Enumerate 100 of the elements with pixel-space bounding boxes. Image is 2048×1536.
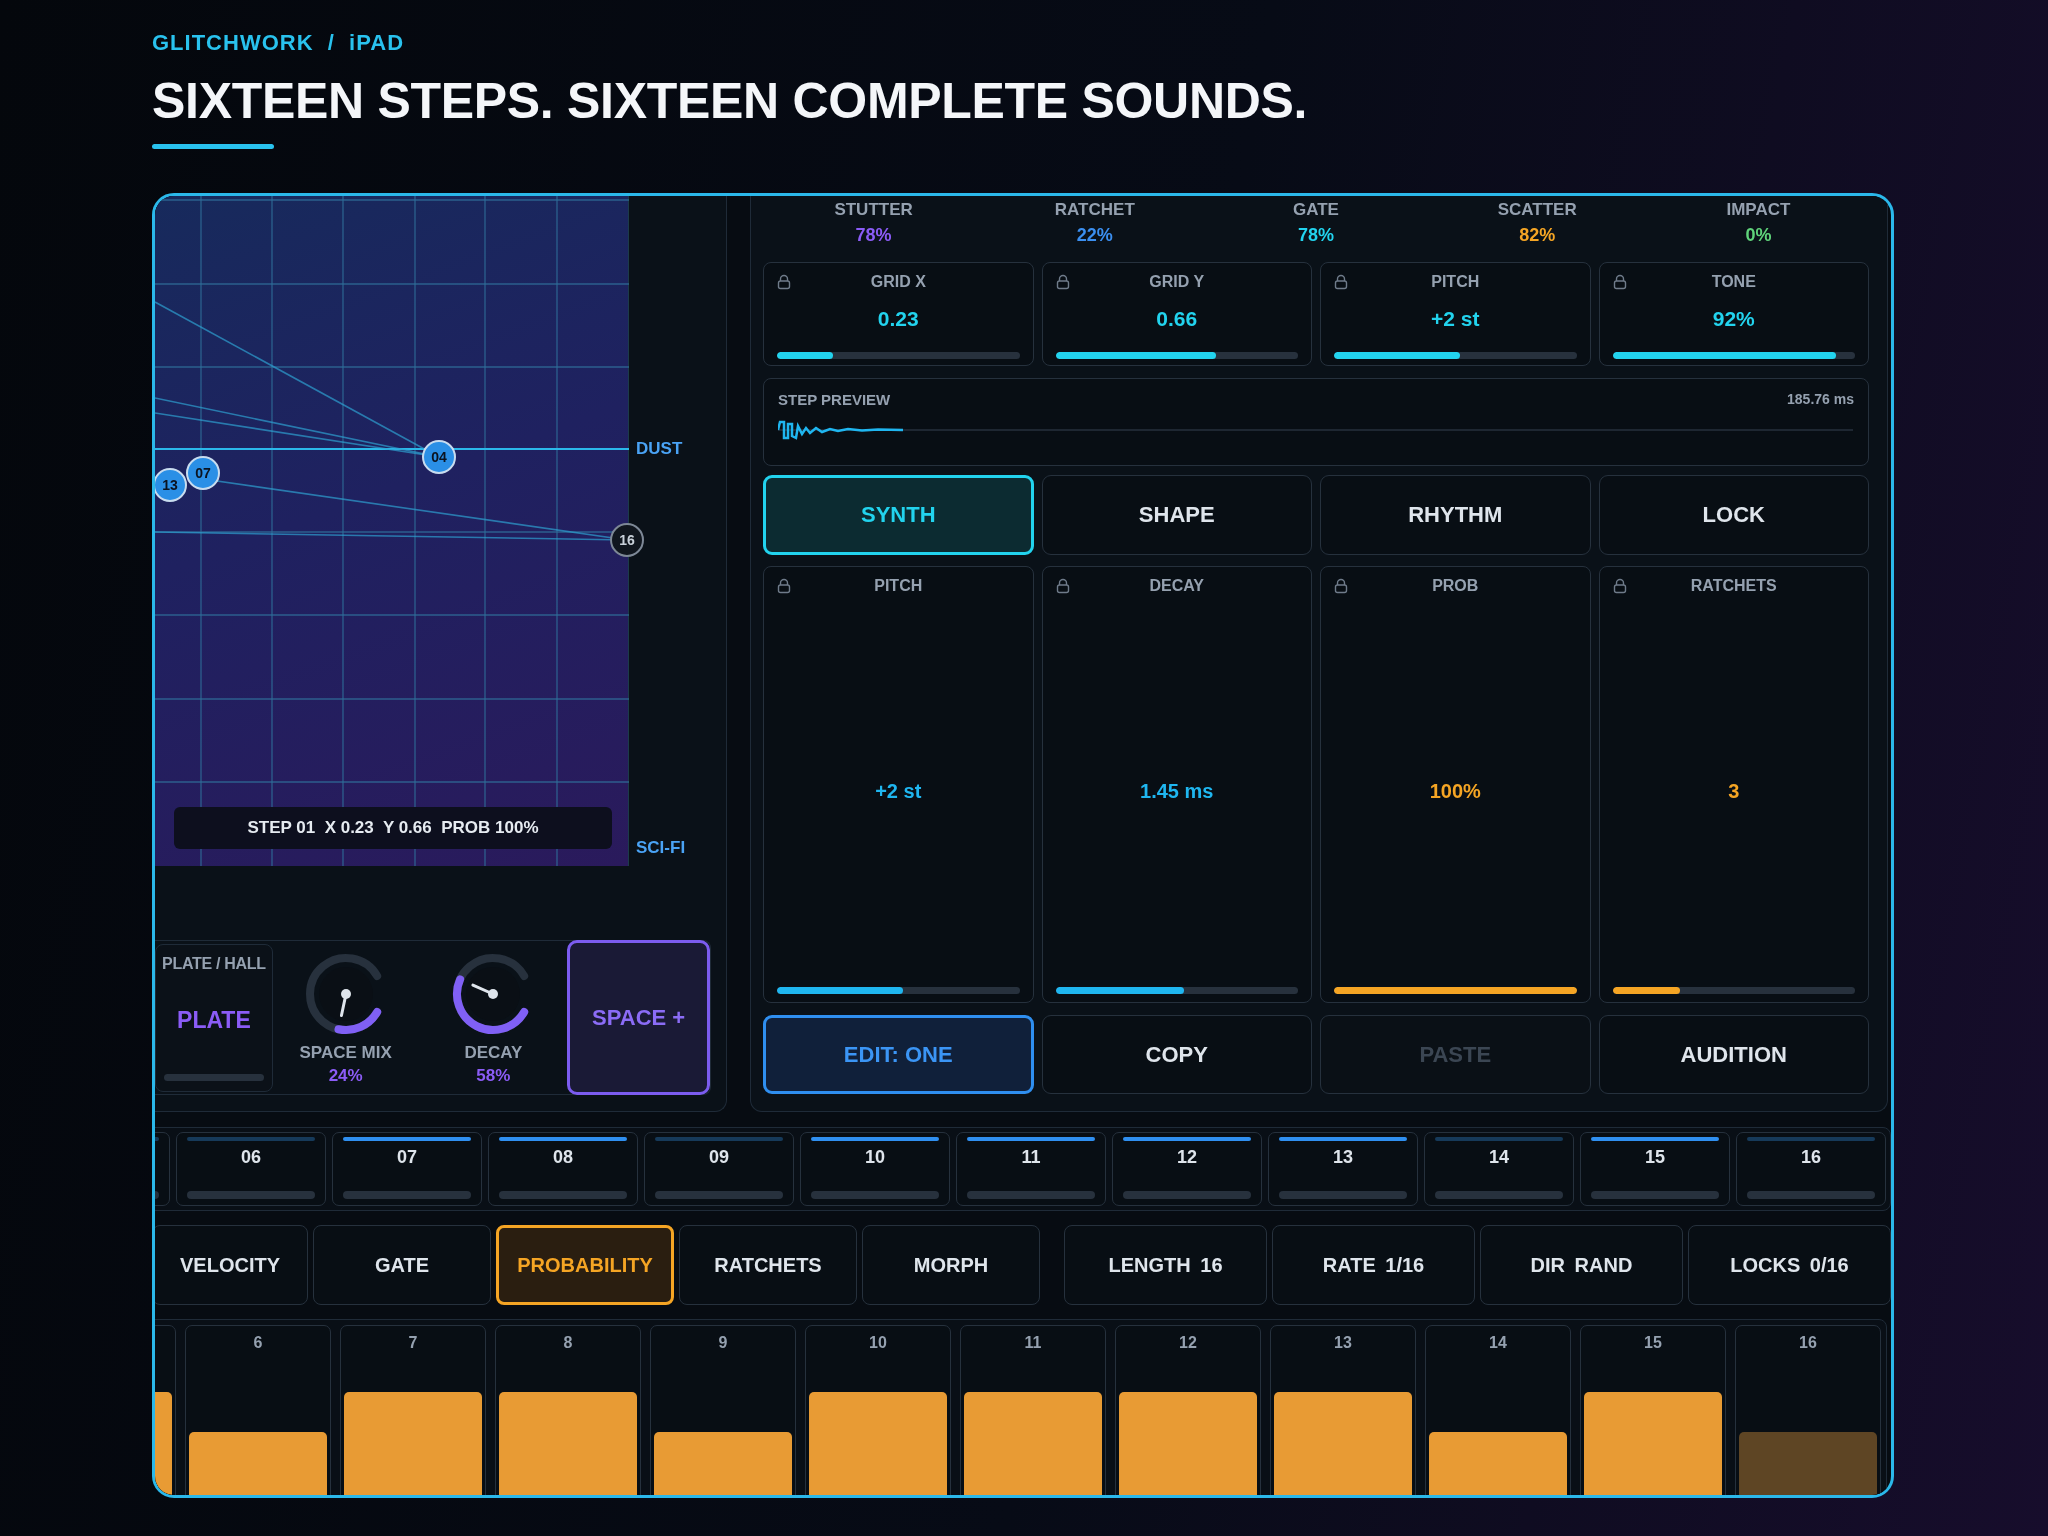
step-cell[interactable]: 07 bbox=[332, 1132, 482, 1206]
step-cell[interactable]: 13 bbox=[1268, 1132, 1418, 1206]
step-number: 12 bbox=[1177, 1147, 1197, 1168]
param-value: 0.23 bbox=[877, 307, 919, 331]
setting-button[interactable]: DIR RAND bbox=[1480, 1225, 1683, 1305]
tab[interactable]: RHYTHM bbox=[1320, 475, 1591, 555]
step-number: 6 bbox=[253, 1334, 263, 1353]
param-label: GRID Y bbox=[1149, 273, 1205, 291]
knob-label: SPACE MIX bbox=[299, 1043, 392, 1063]
macro-value: 22% bbox=[1076, 225, 1113, 246]
tab[interactable]: LOCK bbox=[1598, 475, 1869, 555]
param-value: 92% bbox=[1712, 307, 1755, 331]
control-slider[interactable] bbox=[1334, 987, 1577, 994]
step-cell[interactable]: 12 bbox=[1112, 1132, 1262, 1206]
mode-value: PLATE bbox=[177, 1006, 251, 1034]
step-number: 09 bbox=[709, 1147, 729, 1168]
tab[interactable]: SYNTH bbox=[763, 475, 1034, 555]
lane-tab[interactable]: RATCHETS bbox=[679, 1225, 857, 1305]
control-slider[interactable] bbox=[1612, 987, 1855, 994]
lane-tab[interactable]: PROBABILITY bbox=[496, 1225, 674, 1305]
param-value: 0.66 bbox=[1156, 307, 1198, 331]
setting-button[interactable]: RATE 1/16 bbox=[1272, 1225, 1475, 1305]
lock-icon[interactable] bbox=[776, 578, 792, 594]
step-number: 10 bbox=[869, 1334, 887, 1353]
action-button[interactable]: COPY bbox=[1041, 1015, 1312, 1094]
macro-value: 82% bbox=[1519, 225, 1556, 246]
param-slider[interactable] bbox=[777, 352, 1020, 359]
step-cell[interactable]: 11 bbox=[956, 1132, 1106, 1206]
step-cell[interactable]: 14 bbox=[1424, 1132, 1574, 1206]
mode-selector[interactable]: PLATE / HALL PLATE bbox=[155, 943, 273, 1092]
step-number: 7 bbox=[408, 1334, 418, 1353]
step-number: 9 bbox=[718, 1334, 728, 1353]
step-number: 06 bbox=[241, 1147, 261, 1168]
control-label: DECAY bbox=[1149, 577, 1204, 595]
lock-icon[interactable] bbox=[1054, 578, 1071, 594]
macro-value: 78% bbox=[855, 225, 892, 246]
lane-tab[interactable]: MORPH bbox=[862, 1225, 1040, 1305]
knob-label: DECAY bbox=[464, 1043, 523, 1063]
macro-value: 78% bbox=[1297, 225, 1334, 246]
param-value: +2 st bbox=[1431, 307, 1480, 331]
space-button[interactable]: SPACE + bbox=[567, 940, 710, 1095]
setting-button[interactable]: LOCKS 0/16 bbox=[1688, 1225, 1891, 1305]
lane-tab[interactable]: GATE bbox=[313, 1225, 491, 1305]
knob-value: 58% bbox=[476, 1066, 511, 1086]
step-cell[interactable]: 15 bbox=[1580, 1132, 1730, 1206]
control-label: PITCH bbox=[874, 577, 923, 595]
headline: SIXTEEN STEPS. SIXTEEN COMPLETE SOUNDS. bbox=[152, 72, 1308, 130]
lock-icon[interactable] bbox=[1333, 578, 1349, 594]
step-number: 10 bbox=[865, 1147, 885, 1168]
lock-icon[interactable] bbox=[1333, 274, 1349, 290]
control-value: 1.45 ms bbox=[1140, 779, 1214, 803]
step-number: 15 bbox=[1645, 1147, 1665, 1168]
control-label: PROB bbox=[1432, 577, 1479, 595]
tab[interactable]: SHAPE bbox=[1041, 475, 1312, 555]
preview-duration: 185.76 ms bbox=[1787, 391, 1854, 408]
param-slider[interactable] bbox=[1055, 352, 1298, 359]
step-number: 8 bbox=[563, 1334, 573, 1353]
axis-label: DUST bbox=[636, 439, 683, 459]
param-slider[interactable] bbox=[1334, 352, 1577, 359]
step-readout: STEP 01 X 0.23 Y 0.66 PROB 100% bbox=[174, 807, 612, 849]
control-value: +2 st bbox=[875, 779, 922, 803]
step-number: 14 bbox=[1489, 1334, 1507, 1353]
lock-icon[interactable] bbox=[1054, 274, 1071, 290]
step-number: 13 bbox=[1333, 1147, 1353, 1168]
macro-label: SCATTER bbox=[1497, 200, 1577, 220]
step-number: 13 bbox=[1334, 1334, 1352, 1353]
action-button[interactable]: EDIT: ONE bbox=[763, 1015, 1034, 1094]
param-label: GRID X bbox=[870, 273, 926, 291]
lane-tab[interactable]: VELOCITY bbox=[155, 1225, 308, 1305]
step-cell[interactable]: 16 bbox=[1736, 1132, 1886, 1206]
step-number: 15 bbox=[1644, 1334, 1662, 1353]
brand-label: GLITCHWORK / iPAD bbox=[152, 30, 405, 56]
setting-button[interactable]: LENGTH 16 bbox=[1064, 1225, 1267, 1305]
knob-value: 24% bbox=[328, 1066, 363, 1086]
param-slider[interactable] bbox=[1612, 352, 1855, 359]
step-number: 16 bbox=[1801, 1147, 1821, 1168]
lock-icon[interactable] bbox=[1611, 578, 1628, 594]
param-label: PITCH bbox=[1431, 273, 1480, 291]
step-number: 12 bbox=[1179, 1334, 1197, 1353]
lock-icon[interactable] bbox=[1611, 274, 1628, 290]
macro-label: STUTTER bbox=[834, 200, 913, 220]
control-slider[interactable] bbox=[777, 987, 1020, 994]
control-value: 3 bbox=[1728, 779, 1740, 803]
step-cell[interactable]: 10 bbox=[800, 1132, 950, 1206]
step-number: 11 bbox=[1021, 1147, 1041, 1168]
macro-label: GATE bbox=[1293, 200, 1339, 220]
step-number: 16 bbox=[1799, 1334, 1817, 1353]
step-node[interactable]: 16 bbox=[610, 523, 644, 557]
step-cell[interactable]: 06 bbox=[176, 1132, 326, 1206]
step-cell[interactable]: 09 bbox=[644, 1132, 794, 1206]
mode-label: PLATE / HALL bbox=[162, 954, 266, 973]
control-label: RATCHETS bbox=[1690, 577, 1777, 595]
macro-value: 0% bbox=[1745, 225, 1772, 246]
step-number: 11 bbox=[1024, 1334, 1042, 1353]
control-slider[interactable] bbox=[1055, 987, 1298, 994]
action-button[interactable]: AUDITION bbox=[1598, 1015, 1869, 1094]
step-cell[interactable]: 08 bbox=[488, 1132, 638, 1206]
macro-label: IMPACT bbox=[1726, 200, 1791, 220]
macro-label: RATCHET bbox=[1054, 200, 1135, 220]
lock-icon[interactable] bbox=[776, 274, 792, 290]
